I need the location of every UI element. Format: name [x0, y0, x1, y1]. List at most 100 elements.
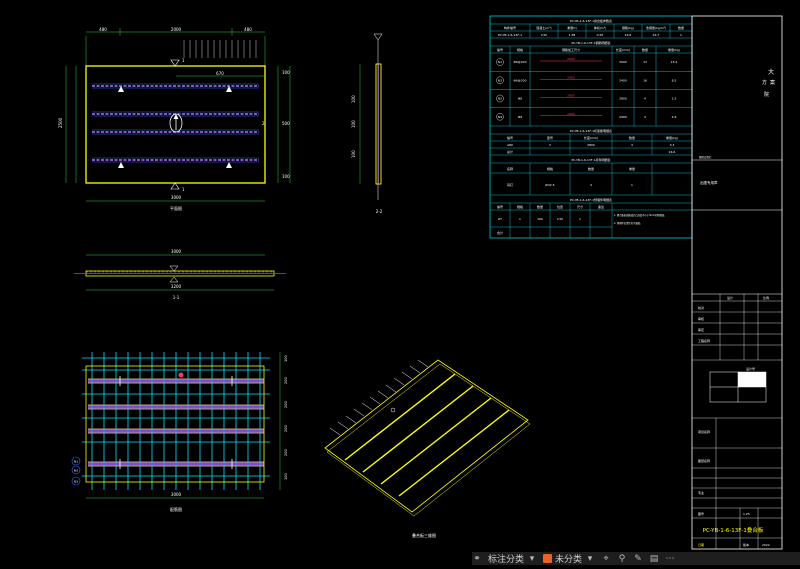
- t5-cell: 100: [537, 217, 543, 221]
- t5-header: 规格: [517, 204, 523, 209]
- t4-cell: 4: [590, 183, 592, 187]
- t2-h0: 编号: [497, 47, 503, 52]
- iso-title: 叠合板三维图: [412, 532, 436, 538]
- company-line-0: 大: [768, 68, 774, 76]
- plan-dim-right-1: 500: [282, 121, 290, 126]
- t3-header: 型号: [547, 135, 553, 140]
- t1-h6: 数量: [678, 25, 684, 30]
- plan-dim-top-0: 480: [99, 27, 107, 32]
- elevation-view: 3000 3200 1-1: [74, 249, 286, 300]
- drawing-sheet: 480 2000 480 670 1 1 2 100 500 100 2500 …: [58, 15, 783, 550]
- brush-icon[interactable]: ✎: [633, 554, 643, 564]
- rebar-marker-n2: N2: [74, 469, 78, 473]
- t4-header: 重量: [629, 166, 635, 171]
- t5-header: 编号: [497, 204, 503, 209]
- link-icon[interactable]: ⚭: [472, 554, 482, 564]
- elev-dim-top: 3000: [171, 249, 182, 254]
- tb-note: 图纸会签栏: [699, 155, 712, 159]
- color-swatch-icon: [543, 554, 553, 563]
- section-marker-1-top: 1: [182, 58, 185, 63]
- tb-cell-design: 1:25: [743, 512, 750, 516]
- t3-cell: 3: [631, 143, 633, 147]
- t5-cell: 1: [579, 217, 581, 221]
- t3-cell: 24.6: [669, 150, 676, 154]
- more-icon[interactable]: ⋯: [665, 554, 675, 564]
- annotation-toolbar: ⚭ 标注分类 ▾ 未分类 ▾ ⌖ ⚲ ✎ ▤ ⋯: [472, 552, 800, 565]
- t2-h5: 重量(kg): [668, 47, 680, 52]
- tb-sheet-label: 图号: [698, 511, 704, 516]
- t5-header: 位置: [557, 204, 563, 209]
- rebar-dim-bottom: 3000: [171, 492, 182, 497]
- t2-h3: 长度(mm): [616, 47, 630, 52]
- t3-header: 重量(kg): [666, 135, 678, 140]
- section-marker-1-bottom: 1: [182, 187, 185, 192]
- tb-r1: 校对: [698, 305, 704, 310]
- plan-view: 480 2000 480 670 1 1 2 100 500 100 2500 …: [58, 27, 291, 211]
- t2-row-spec: Φ6: [518, 97, 522, 101]
- plan-dim-right-0: 100: [282, 70, 290, 75]
- t2-h4: 数量: [642, 47, 648, 52]
- plan-dim-bottom: 3000: [171, 195, 182, 200]
- t1-h5: 含钢量(kg/m³): [646, 25, 666, 30]
- rebar-dim-right-5: 100: [284, 473, 288, 480]
- t3-cell: 总计: [507, 149, 513, 154]
- plan-dim-inner: 670: [216, 71, 224, 76]
- t2-row-wt: 2.5: [672, 97, 677, 101]
- annotation-category-dropdown[interactable]: 标注分类 ▾: [488, 552, 537, 566]
- t5-title: PC-YB-1-6-13F-1预埋件明细表: [570, 197, 612, 202]
- t2-row-spec: Φ6@200: [514, 78, 527, 82]
- company-line-3: 院: [764, 91, 769, 98]
- plan-dim-left: 2500: [58, 117, 63, 128]
- t1-c5: 44.7: [653, 33, 660, 37]
- t5-cell: 合计: [497, 230, 503, 235]
- category-select[interactable]: 未分类 ▾: [543, 552, 595, 565]
- t2-row-qty: 16: [643, 78, 647, 82]
- t3-header: 长度(mm): [584, 135, 598, 140]
- t1-title: PC-YB-1-6-13F-1叠合板参数表: [570, 18, 612, 23]
- plan-title: 平面图: [170, 205, 182, 211]
- t2-row-qty: 4: [644, 97, 646, 101]
- side-dim-2: 100: [351, 150, 356, 158]
- cad-canvas[interactable]: 480 2000 480 670 1 1 2 100 500 100 2500 …: [0, 0, 800, 565]
- t2-row-dim: 2900: [567, 112, 575, 116]
- tag-icon[interactable]: ⌖: [601, 554, 611, 564]
- side-dim-0: 100: [351, 95, 356, 103]
- title-block: 大 方 案 院 图纸会签栏 出图专用章 设计 比例 校对 审核 审定 工程名称 …: [691, 15, 783, 550]
- isometric-view: 叠合板三维图: [324, 359, 531, 538]
- layers-icon[interactable]: ▤: [649, 554, 659, 564]
- t2-row-no: N3: [498, 97, 502, 101]
- tb-stamp: 出图专用章: [700, 180, 718, 185]
- t1-c2: 1.38: [569, 33, 576, 37]
- t5-header: 尺寸: [577, 204, 583, 209]
- t3-cell: 3: [549, 143, 551, 147]
- pin-icon[interactable]: ⚲: [617, 554, 627, 564]
- t3-header: 编号: [507, 135, 513, 140]
- tb-small: 比例: [763, 295, 769, 300]
- t4-header: 规格: [547, 166, 553, 171]
- t2-title: PC-YB-1-6-13F-1钢筋明细表: [571, 40, 610, 45]
- tb-r2: 审核: [698, 316, 704, 321]
- plan-dim-right-2: 100: [282, 174, 290, 179]
- plan-dim-top-2: 480: [244, 27, 252, 32]
- t1-h3: 体积(m³): [594, 25, 606, 30]
- rebar-tag-icon: [178, 372, 184, 378]
- tb-r3: 审定: [698, 327, 704, 332]
- tb-r0: 设计: [727, 295, 733, 300]
- t2-row-dim: 2400: [567, 75, 575, 79]
- rebar-dim-right-4: 200: [284, 449, 288, 456]
- t3-cell: 3.3: [670, 143, 675, 147]
- t2-row-qty: 13: [643, 60, 647, 64]
- t2-row-len: 2800: [619, 97, 627, 101]
- tb-r4: 工程名称: [698, 338, 710, 343]
- rebar-dim-right-1: 200: [284, 377, 288, 384]
- t4-cell: RD2.5: [545, 183, 554, 187]
- t5-header: 备注: [598, 204, 604, 209]
- rebar-view: N1 N2 N3 100 200 200 200 200 100 3000 配筋…: [71, 352, 288, 512]
- t1-c1: C30: [541, 33, 547, 37]
- annotation-category-label: 标注分类: [488, 555, 525, 565]
- t1-h1: 混凝土(m³): [536, 25, 551, 30]
- category-select-label: 未分类: [555, 555, 583, 565]
- t3-header: 数量: [629, 135, 635, 140]
- rebar-dim-right-3: 200: [284, 425, 288, 432]
- rebar-dim-right-0: 100: [284, 355, 288, 362]
